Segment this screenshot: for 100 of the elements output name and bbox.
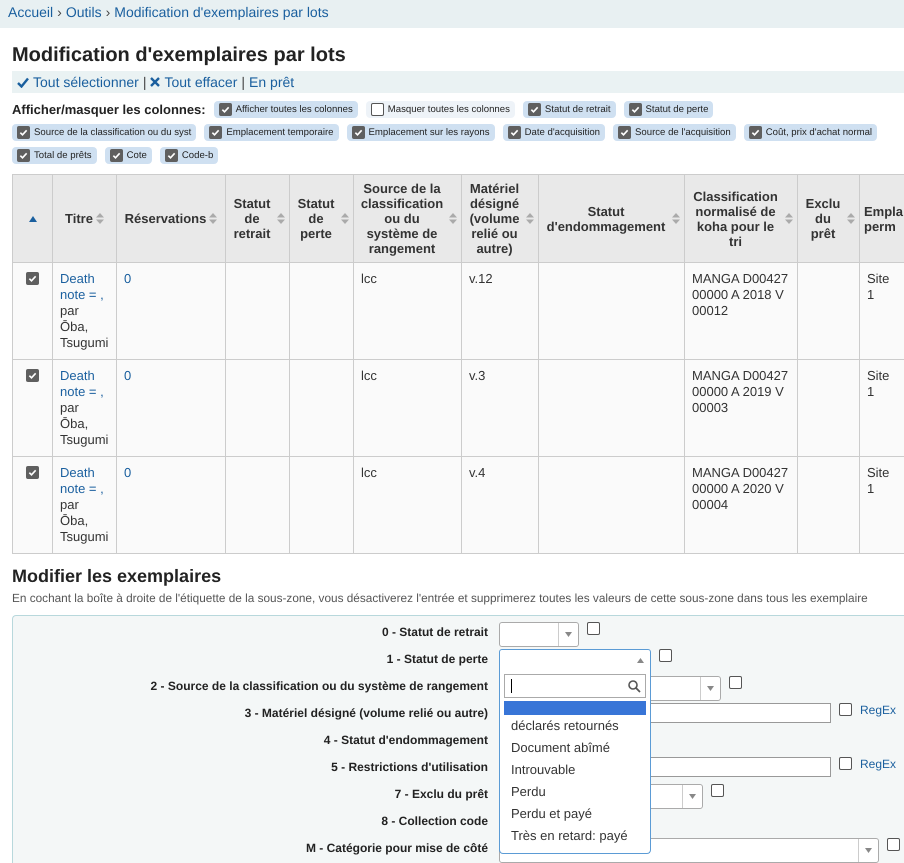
column-toggle[interactable]: Emplacement temporaire bbox=[204, 124, 339, 141]
dropdown-option[interactable]: Document abîmé bbox=[504, 737, 646, 759]
column-header[interactable]: Titre bbox=[52, 174, 116, 262]
column-header[interactable]: Statut d'endommagement bbox=[538, 174, 684, 262]
checkbox[interactable] bbox=[26, 369, 39, 382]
select-field[interactable] bbox=[499, 649, 651, 671]
column-toggle[interactable]: Source de la classification ou du syst bbox=[12, 124, 196, 141]
column-header[interactable]: Statut de retrait bbox=[226, 174, 290, 262]
search-icon bbox=[628, 680, 641, 692]
column-toggle[interactable]: Masquer toutes les colonnes bbox=[366, 101, 515, 118]
checkbox[interactable] bbox=[887, 838, 900, 851]
column-toggle[interactable]: Statut de perte bbox=[624, 101, 714, 118]
toggle-label: Afficher/masquer les colonnes: bbox=[12, 102, 206, 117]
checkbox[interactable] bbox=[528, 103, 541, 116]
caret-icon bbox=[865, 848, 872, 853]
column-toggle[interactable]: Code-b bbox=[160, 147, 218, 164]
dropdown-option[interactable]: Perdu bbox=[504, 781, 646, 803]
dropdown-option[interactable]: Très en retard: payé bbox=[504, 825, 646, 847]
breadcrumb-link[interactable]: Accueil bbox=[8, 4, 54, 20]
title-link[interactable]: Death note = , bbox=[60, 271, 109, 303]
dropdown-option[interactable]: Introuvable bbox=[504, 759, 646, 781]
checkbox[interactable] bbox=[618, 126, 631, 139]
column-toggle[interactable]: Statut de retrait bbox=[522, 101, 616, 118]
column-toggle[interactable]: Afficher toutes les colonnes bbox=[214, 101, 358, 118]
checkbox[interactable] bbox=[352, 126, 365, 139]
column-header[interactable]: Matériel désigné (volume relié ou autre) bbox=[462, 174, 538, 262]
regex-link[interactable]: RegEx bbox=[860, 757, 896, 771]
checkbox[interactable] bbox=[659, 649, 672, 662]
checkbox[interactable] bbox=[26, 272, 39, 285]
title-link[interactable]: Death note = , bbox=[60, 465, 109, 497]
checkbox[interactable] bbox=[587, 622, 600, 635]
column-toggle[interactable]: Source de l'acquisition bbox=[613, 124, 736, 141]
column-header[interactable]: Exclu du prêt bbox=[798, 174, 860, 262]
check-icon bbox=[17, 76, 29, 88]
checkbox[interactable] bbox=[839, 757, 852, 770]
column-toggle[interactable]: Total de prêts bbox=[12, 147, 97, 164]
checkbox[interactable] bbox=[26, 466, 39, 479]
field-label: M - Catégorie pour mise de côté bbox=[304, 840, 488, 855]
breadcrumb-separator: › bbox=[106, 4, 110, 20]
divider-text: | bbox=[241, 74, 246, 90]
checkbox[interactable] bbox=[164, 149, 178, 162]
checkbox[interactable] bbox=[839, 703, 852, 716]
field-label: 5 - Restrictions d'utilisation bbox=[330, 759, 488, 774]
sort-icon bbox=[96, 213, 104, 224]
select-field[interactable] bbox=[499, 622, 579, 647]
sort-icon bbox=[785, 213, 793, 224]
sort-icon bbox=[526, 213, 534, 224]
author-text: par Ōba, Tsugumi bbox=[60, 497, 109, 545]
page-title: Modification d'exemplaires par lots bbox=[12, 44, 347, 67]
checkbox[interactable] bbox=[17, 149, 30, 162]
action-link[interactable]: Tout effacer bbox=[164, 74, 238, 90]
dropdown-option[interactable]: Perdu et payé bbox=[504, 803, 646, 825]
action-link[interactable]: En prêt bbox=[249, 74, 294, 90]
column-header[interactable]: Réservations bbox=[116, 174, 226, 262]
table-cell: Site 1 bbox=[860, 456, 904, 554]
table-cell: lcc bbox=[354, 262, 462, 360]
field-label: 2 - Source de la classification ou du système de rangement bbox=[150, 678, 488, 693]
author-text: par Ōba, Tsugumi bbox=[60, 400, 109, 448]
checkbox[interactable] bbox=[110, 149, 123, 162]
dropdown-option[interactable]: déclarés retournés bbox=[504, 715, 646, 737]
checkbox[interactable] bbox=[711, 784, 724, 797]
breadcrumb-link[interactable]: Outils bbox=[66, 4, 102, 20]
table-cell: MANGA D00427 00000 A 2018 V 00012 bbox=[684, 262, 798, 360]
sort-icon bbox=[672, 213, 680, 224]
search-field[interactable] bbox=[504, 674, 646, 698]
breadcrumb-separator: › bbox=[57, 4, 62, 20]
column-header[interactable]: Source de la classification ou du système de rangement bbox=[354, 174, 462, 262]
column-toggle[interactable]: Date d'acquisition bbox=[502, 124, 605, 141]
sort-icon bbox=[209, 213, 218, 224]
reservations-link[interactable]: 0 bbox=[124, 368, 132, 383]
checkbox[interactable] bbox=[628, 103, 642, 116]
column-toggle[interactable]: Cote bbox=[104, 147, 152, 164]
regex-link[interactable]: RegEx bbox=[860, 703, 896, 717]
column-header[interactable]: Empla perm bbox=[860, 174, 904, 262]
title-link[interactable]: Death note = , bbox=[60, 368, 109, 400]
breadcrumb-link[interactable]: Modification d'exemplaires par lots bbox=[114, 4, 329, 20]
column-toggle[interactable]: Coût, prix d'achat normal bbox=[744, 124, 878, 141]
checkbox[interactable] bbox=[729, 676, 742, 689]
action-link[interactable]: Tout sélectionner bbox=[33, 74, 139, 90]
column-toggle[interactable]: Emplacement sur les rayons bbox=[346, 124, 495, 141]
table-cell: MANGA D00427 00000 A 2019 V 00003 bbox=[684, 360, 798, 456]
checkbox[interactable] bbox=[508, 126, 521, 139]
table-cell: lcc bbox=[354, 360, 462, 456]
checkbox[interactable] bbox=[17, 126, 30, 139]
checkbox[interactable] bbox=[209, 126, 222, 139]
column-header[interactable]: Classification normalisé de koha pour le tri bbox=[684, 174, 798, 262]
table-cell: v.3 bbox=[462, 360, 538, 456]
reservations-link[interactable]: 0 bbox=[124, 465, 132, 480]
checkbox[interactable] bbox=[748, 126, 762, 139]
reservations-link[interactable]: 0 bbox=[124, 271, 132, 286]
field-label: 8 - Collection code bbox=[380, 813, 488, 828]
checkbox[interactable] bbox=[218, 103, 232, 116]
table-cell: Site 1 bbox=[860, 360, 904, 456]
column-header[interactable]: Statut de perte bbox=[290, 174, 354, 262]
checkbox[interactable] bbox=[370, 103, 384, 116]
caret-icon bbox=[689, 794, 696, 799]
field-label: 3 - Matériel désigné (volume relié ou autre) bbox=[244, 705, 488, 720]
caret-icon bbox=[565, 632, 572, 637]
sort-icon bbox=[277, 213, 285, 224]
caret-icon bbox=[707, 686, 714, 691]
